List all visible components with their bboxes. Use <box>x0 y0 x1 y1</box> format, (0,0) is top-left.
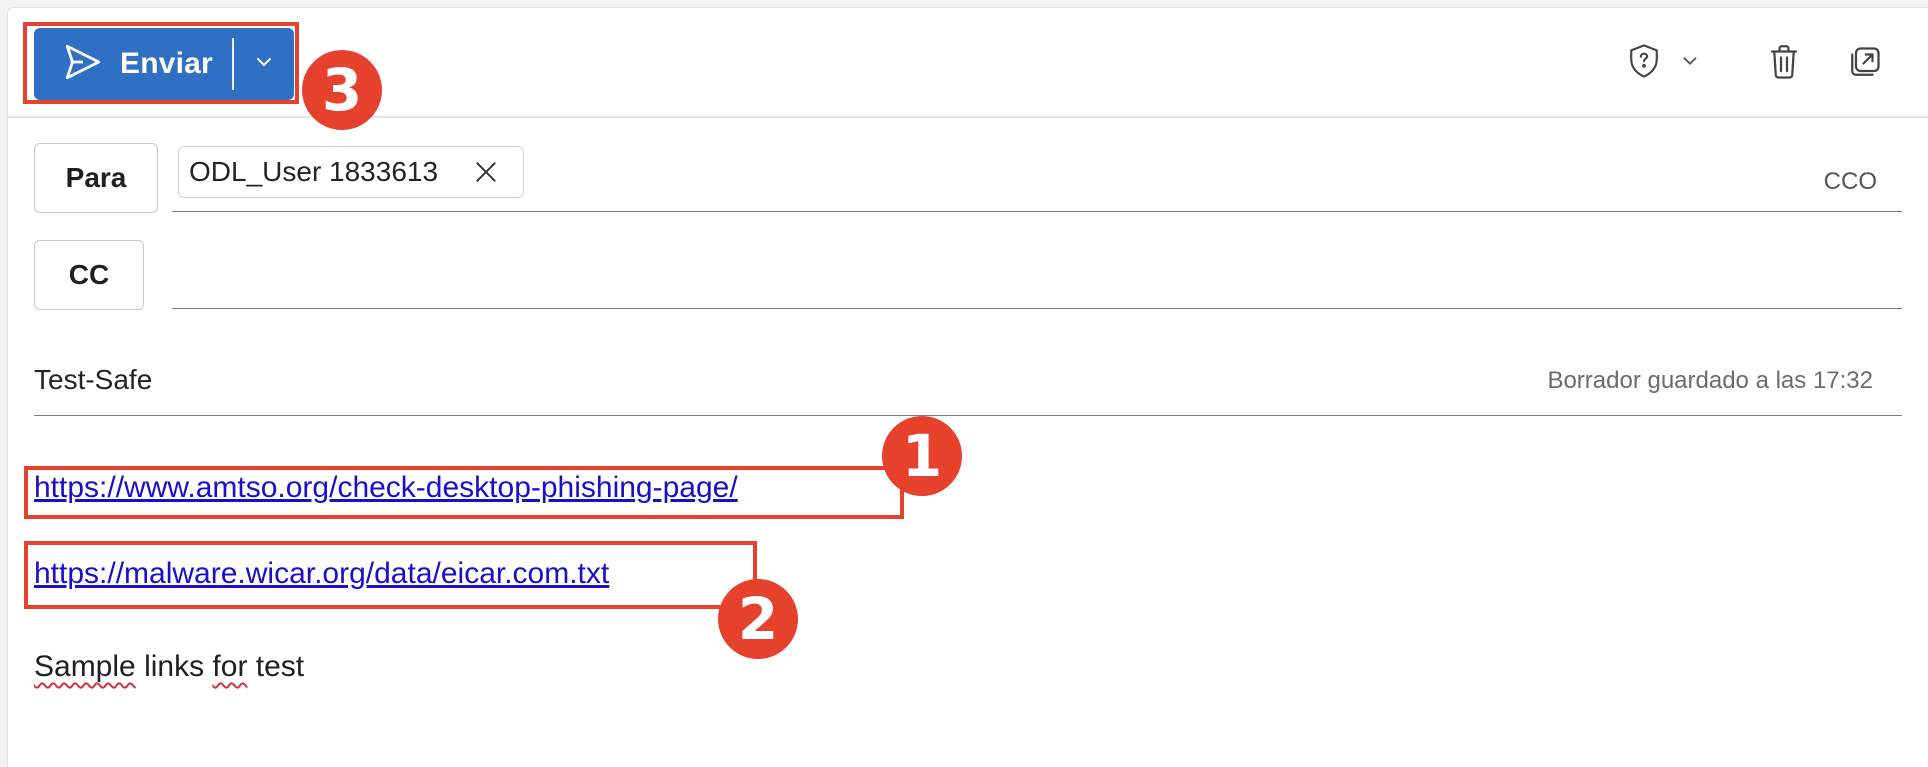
recipient-chip[interactable]: ODL_User 1833613 <box>178 146 524 198</box>
annotation-badge-1: 1 <box>882 416 962 496</box>
draft-status: Borrador guardado a las 17:32 <box>1547 367 1873 394</box>
annotation-box-2 <box>24 541 757 609</box>
misspelled-word[interactable]: Sample <box>34 650 136 683</box>
body-word: test <box>255 650 305 683</box>
cc-button[interactable]: CC <box>34 240 144 310</box>
popout-button[interactable] <box>1847 44 1883 80</box>
chevron-down-icon <box>1679 50 1701 72</box>
body-text[interactable]: Sample links for test <box>34 650 304 684</box>
to-field-underline <box>172 211 1902 212</box>
to-button[interactable]: Para <box>34 143 158 213</box>
subject-field[interactable]: Test-Safe <box>34 364 152 396</box>
annotation-badge-2: 2 <box>718 579 798 659</box>
bcc-button[interactable]: CCO <box>1824 168 1877 196</box>
annotation-badge-3: 3 <box>302 50 382 130</box>
subject-underline <box>34 415 1902 416</box>
shield-question-icon <box>1627 42 1661 80</box>
recipient-chip-label: ODL_User 1833613 <box>189 156 439 187</box>
annotation-box-3 <box>23 22 299 104</box>
popout-icon <box>1847 44 1883 80</box>
compose-window: Enviar Para ODL_User 1833613 CCO CC Test… <box>7 7 1928 767</box>
cc-label: CC <box>68 259 110 290</box>
trash-icon <box>1766 42 1802 82</box>
discard-button[interactable] <box>1766 42 1802 82</box>
misspelled-word[interactable]: for <box>212 650 247 683</box>
cc-field-underline[interactable] <box>172 308 1902 309</box>
to-label: Para <box>65 162 127 193</box>
close-icon[interactable] <box>473 159 499 192</box>
annotation-box-1 <box>24 466 904 519</box>
body-word: links <box>144 650 205 683</box>
sensitivity-button[interactable] <box>1627 42 1701 80</box>
